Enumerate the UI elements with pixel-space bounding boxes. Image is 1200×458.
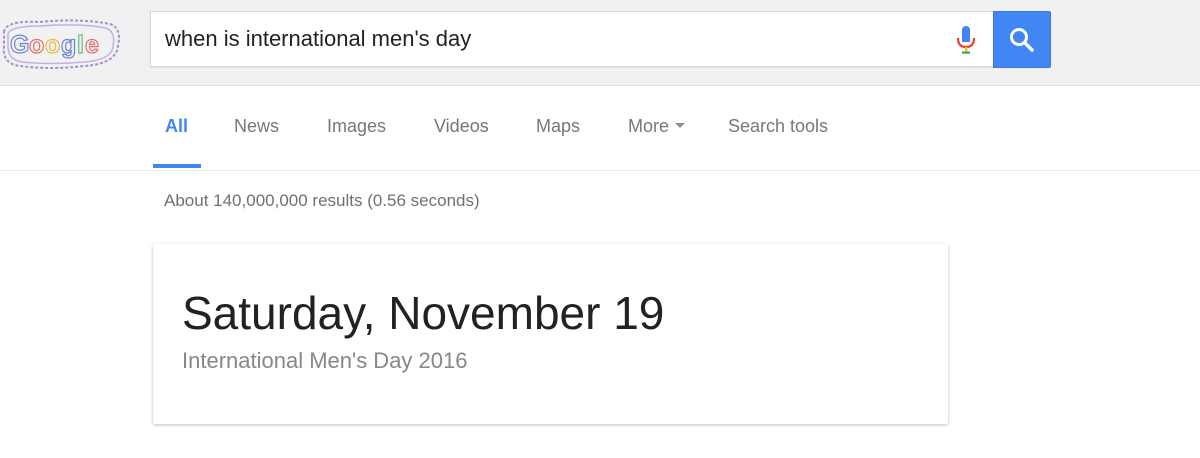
svg-text:e: e [85, 31, 99, 59]
svg-text:o: o [45, 31, 60, 59]
search-input[interactable] [151, 12, 931, 66]
tab-maps[interactable]: Maps [536, 116, 580, 137]
tab-images[interactable]: Images [327, 116, 386, 137]
tab-more[interactable]: More [628, 116, 686, 137]
tab-more-label: More [628, 116, 670, 136]
tab-search-tools[interactable]: Search tools [728, 116, 828, 137]
svg-text:o: o [29, 31, 44, 59]
active-tab-indicator [153, 164, 201, 168]
google-doodle-logo-icon: G o o g l e [2, 19, 120, 69]
svg-text:g: g [61, 31, 76, 59]
svg-text:G: G [10, 31, 29, 59]
search-button[interactable] [993, 11, 1051, 68]
tab-all[interactable]: All [165, 116, 188, 137]
tab-news[interactable]: News [234, 116, 279, 137]
answer-subtitle: International Men's Day 2016 [182, 348, 468, 373]
caret-down-icon [675, 122, 686, 128]
magnifier-icon [1010, 28, 1034, 52]
tab-videos[interactable]: Videos [434, 116, 489, 137]
result-stats: About 140,000,000 results (0.56 seconds) [164, 191, 480, 210]
search-box [150, 11, 993, 67]
top-bar: G o o g l e [0, 0, 1200, 86]
svg-text:l: l [77, 31, 84, 59]
microphone-icon[interactable] [951, 24, 981, 56]
answer-date: Saturday, November 19 [182, 287, 665, 339]
answer-card: Saturday, November 19 International Men'… [153, 244, 948, 424]
google-logo[interactable]: G o o g l e [0, 16, 122, 72]
search-tabs: All News Images Videos Maps More Search … [0, 86, 1200, 171]
